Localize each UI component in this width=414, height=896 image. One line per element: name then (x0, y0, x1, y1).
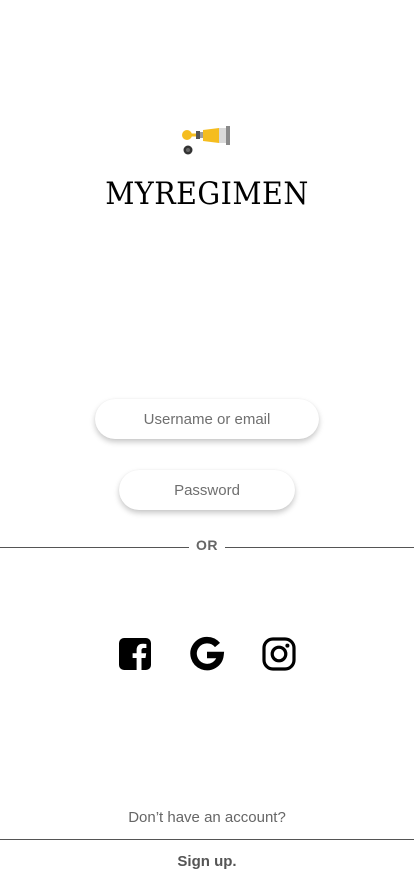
divider-line-left (0, 547, 189, 548)
username-input[interactable] (95, 399, 319, 439)
paint-tube-icon (182, 126, 230, 155)
app-title: MYREGIMEN (105, 176, 309, 212)
no-account-prompt: Don’t have an account? (128, 809, 286, 826)
instagram-icon[interactable] (261, 636, 297, 672)
signup-link[interactable]: Sign up. (0, 853, 414, 870)
or-divider: OR (0, 536, 414, 556)
google-icon[interactable] (189, 636, 225, 672)
footer-divider (0, 839, 414, 840)
password-input[interactable] (119, 470, 295, 510)
or-label: OR (196, 537, 218, 553)
facebook-icon[interactable] (117, 636, 153, 672)
divider-line-right (225, 547, 414, 548)
